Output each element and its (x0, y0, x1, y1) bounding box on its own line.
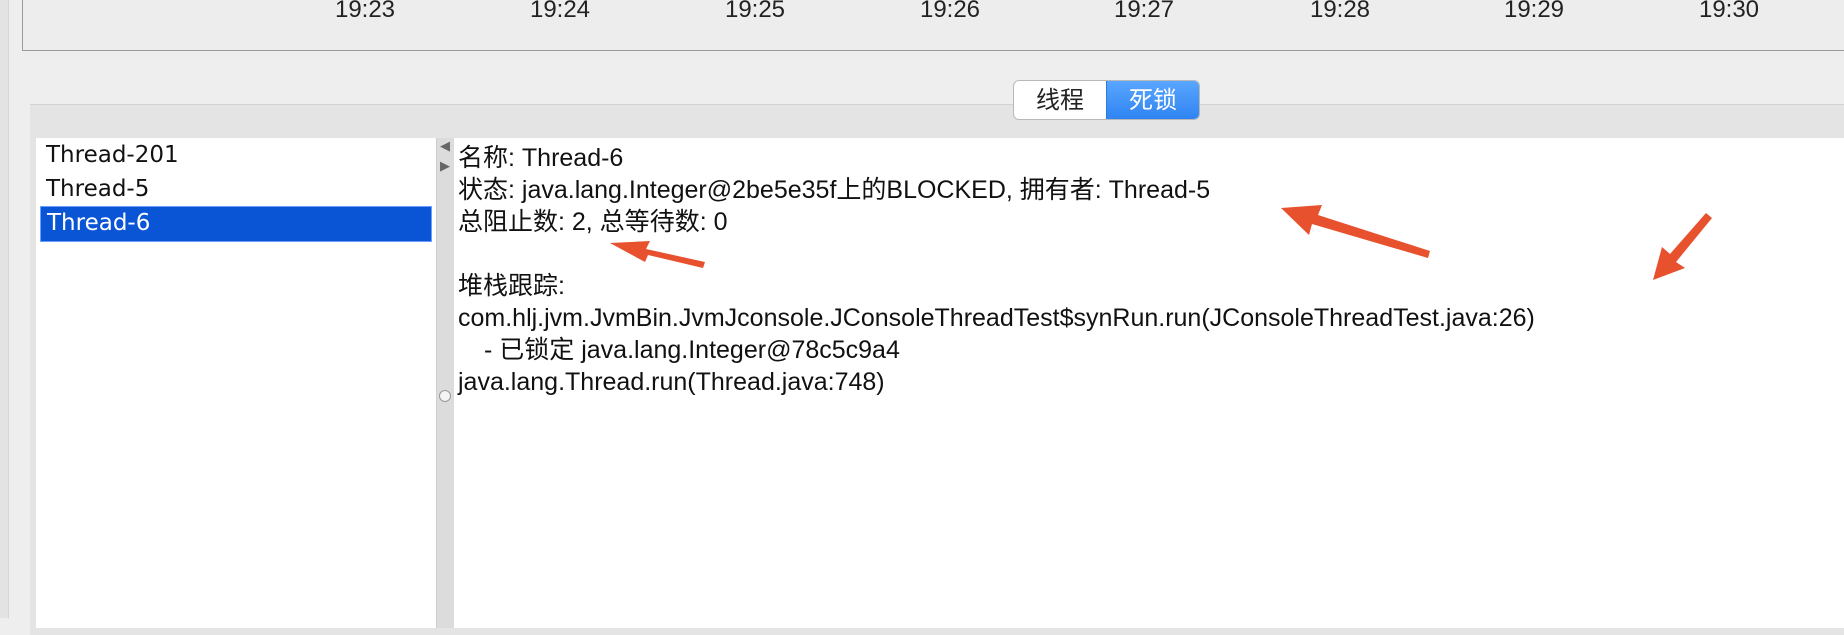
time-tick: 19:26 (919, 0, 981, 23)
time-tick: 19:28 (1309, 0, 1371, 23)
thread-list: Thread-201 Thread-5 Thread-6 (36, 138, 436, 628)
time-tick: 19:25 (724, 0, 786, 23)
thread-counts-line: 总阻止数: 2, 总等待数: 0 (458, 208, 728, 236)
tab-deadlock[interactable]: 死锁 (1106, 81, 1199, 119)
thread-name-line: 名称: Thread-6 (458, 144, 624, 172)
time-tick: 19:29 (1503, 0, 1565, 23)
thread-list-item-selected[interactable]: Thread-6 (40, 206, 432, 242)
timeline-chart: 19:23 19:24 19:25 19:26 19:27 19:28 19:2… (22, 0, 1844, 51)
time-tick: 19:24 (529, 0, 591, 23)
window-edge (0, 0, 9, 618)
time-tick: 19:27 (1113, 0, 1175, 23)
drag-handle-icon[interactable] (439, 390, 451, 402)
stack-frame: com.hlj.jvm.JvmBin.JvmJconsole.JConsoleT… (458, 304, 1535, 332)
stack-frame: java.lang.Thread.run(Thread.java:748) (458, 368, 885, 396)
view-toggle: 线程 死锁 (1013, 80, 1200, 120)
tab-threads[interactable]: 线程 (1014, 81, 1106, 119)
stack-lock-info: - 已锁定 java.lang.Integer@78c5c9a4 (484, 336, 900, 364)
stack-trace-header: 堆栈跟踪: (458, 272, 565, 300)
thread-list-item[interactable]: Thread-5 (40, 172, 432, 206)
time-tick: 19:23 (334, 0, 396, 23)
thread-list-item[interactable]: Thread-201 (40, 138, 432, 172)
thread-state-line: 状态: java.lang.Integer@2be5e35f上的BLOCKED,… (458, 176, 1211, 204)
collapse-left-icon[interactable]: ◀ (440, 140, 450, 153)
thread-detail-pane: 名称: Thread-6 状态: java.lang.Integer@2be5e… (454, 138, 1844, 628)
expand-right-icon[interactable]: ▶ (440, 160, 450, 173)
time-tick: 19:30 (1698, 0, 1760, 23)
split-pane-divider[interactable]: ◀ ▶ (436, 138, 456, 628)
